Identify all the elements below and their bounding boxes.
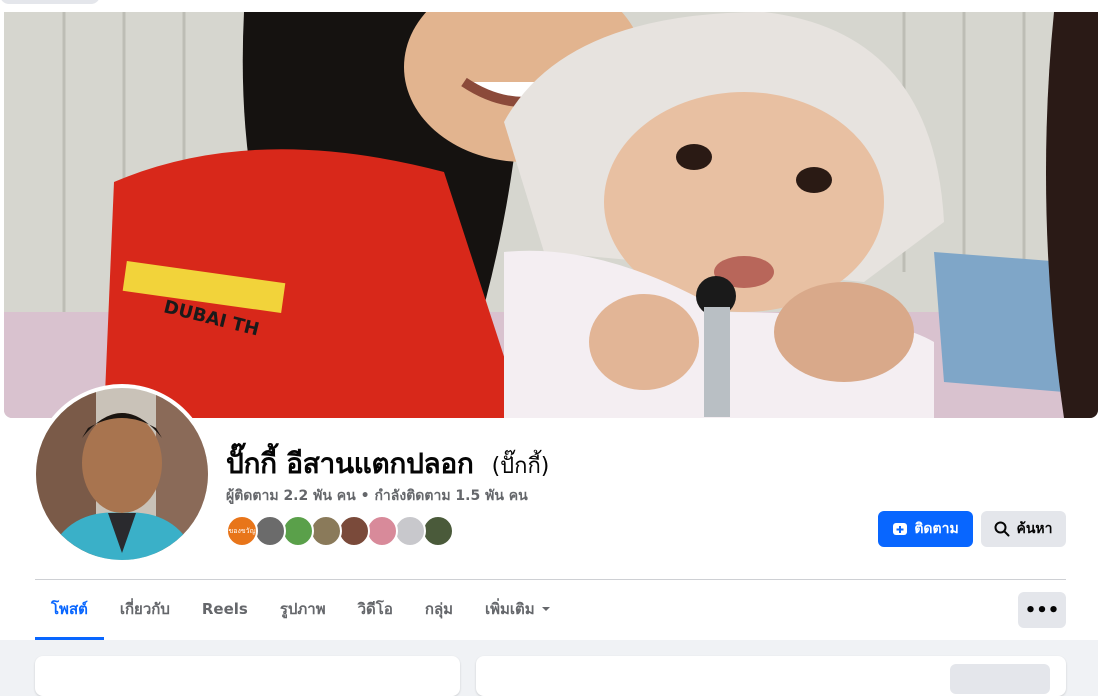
tab-6[interactable]: เพิ่มเติม [469,580,567,640]
tab-0[interactable]: โพสต์ [35,580,104,640]
tab-label: วิดีโอ [357,599,393,618]
search-button-label: ค้นหา [1016,521,1053,537]
follow-icon [893,523,908,535]
friend-avatar-label: ของขวัญ [228,526,256,535]
tab-2[interactable]: Reels [186,580,264,640]
friend-avatar[interactable] [422,515,454,547]
profile-alternate-name: (ปั๊กกี้) [491,454,550,479]
profile-tabs: โพสต์ เกี่ยวกับ Reels รูปภาพ วิดีโอ กลุ่ม เพิ่… [35,580,567,640]
profile-avatar[interactable] [36,388,208,560]
mutual-friends-avatars: ของขวัญ [226,515,454,547]
tab-3[interactable]: รูปภาพ [264,580,342,640]
friend-avatar[interactable] [254,515,286,547]
tab-label: กลุ่ม [424,599,454,618]
friend-avatar[interactable] [282,515,314,547]
tab-4[interactable]: วิดีโอ [342,580,409,640]
search-button[interactable]: ค้นหา [981,511,1066,547]
profile-header: DUBAI TH ปั๊กกี้ อีสานแตกปลอก (ปั๊กกี้) … [0,0,1098,640]
search-icon [994,521,1010,537]
tab-label: เกี่ยวกับ [119,599,170,618]
posts-card [476,656,1066,696]
intro-card [35,656,460,696]
friend-avatar[interactable] [310,515,342,547]
tab-label: เพิ่มเติม [485,599,535,618]
friend-avatar[interactable]: ของขวัญ [226,515,258,547]
stats-separator: • [360,488,370,504]
chevron-down-icon [541,600,551,618]
friend-avatar[interactable] [394,515,426,547]
friend-avatar[interactable] [366,515,398,547]
tab-1[interactable]: เกี่ยวกับ [104,580,186,640]
top-bar-pill [0,0,100,4]
avatar-illustration [36,388,208,560]
follow-button-label: ติดตาม [914,521,959,537]
more-options-button[interactable]: ••• [1018,592,1066,628]
tab-label: Reels [201,599,248,618]
more-options-icon: ••• [1024,599,1060,621]
tab-5[interactable]: กลุ่ม [409,580,469,640]
tab-label: โพสต์ [51,599,88,618]
follow-button[interactable]: ติดตาม [878,511,973,547]
filter-button[interactable] [950,664,1050,694]
tab-label: รูปภาพ [279,599,326,618]
following-count[interactable]: กำลังติดตาม 1.5 พัน คน [374,488,527,504]
followers-count[interactable]: ผู้ติดตาม 2.2 พัน คน [226,488,356,504]
cover-photo-illustration: DUBAI TH [4,12,1098,418]
profile-name: ปั๊กกี้ อีสานแตกปลอก [226,447,474,480]
profile-stats: ผู้ติดตาม 2.2 พัน คน • กำลังติดตาม 1.5 พ… [226,485,528,507]
friend-avatar[interactable] [338,515,370,547]
cover-photo[interactable]: DUBAI TH [4,12,1098,418]
profile-name-row: ปั๊กกี้ อีสานแตกปลอก (ปั๊กกี้) [226,442,549,486]
